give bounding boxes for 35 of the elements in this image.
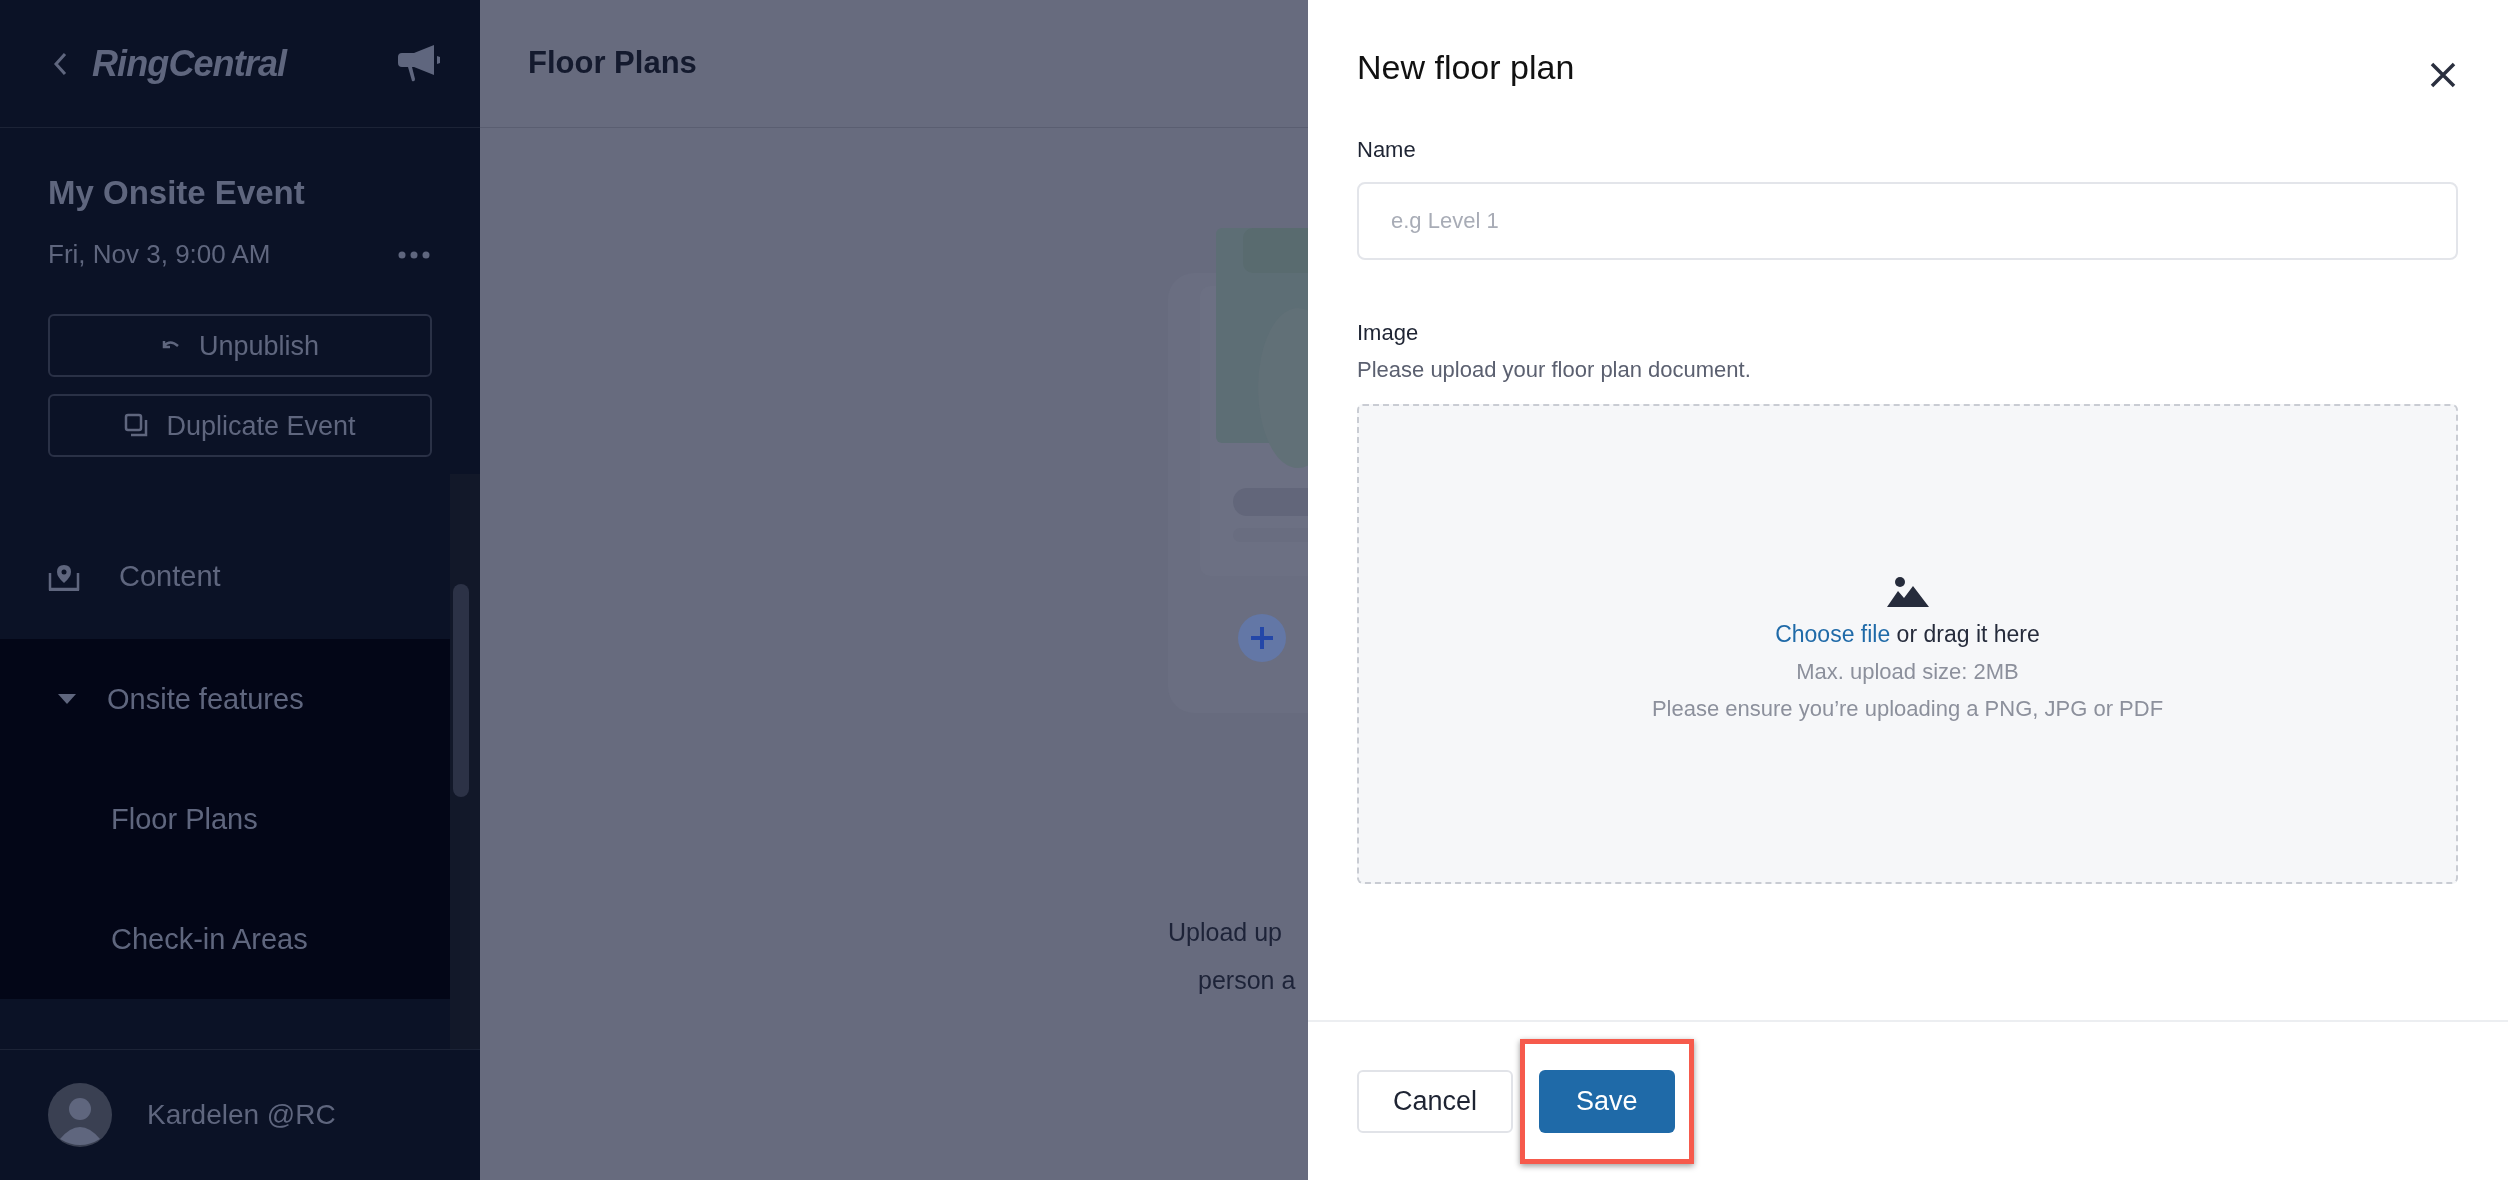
caret-icon <box>58 694 76 705</box>
scrollbar-thumb[interactable] <box>453 584 469 798</box>
avatar[interactable] <box>48 1083 112 1148</box>
back-icon[interactable] <box>52 50 68 77</box>
event-title: My Onsite Event <box>48 173 306 213</box>
event-date: Fri, Nov 3, 9:00 AM <box>48 238 271 272</box>
upload-note: Please ensure you’re uploading a PNG, JPG or PDF <box>1651 695 2164 724</box>
page-title: Floor Plans <box>528 44 697 83</box>
field-hint: Please upload your floor plan document. <box>1357 356 1752 384</box>
megaphone-icon[interactable] <box>396 44 442 83</box>
nav-item[interactable]: Floor Plans <box>0 759 450 880</box>
duplicate-icon <box>124 412 149 439</box>
image-icon <box>1886 576 1929 607</box>
close-icon[interactable] <box>2430 62 2456 88</box>
map-pin-icon <box>48 562 80 591</box>
user-name: Kardelen @RC <box>147 1098 336 1133</box>
name-input[interactable]: e.g Level 1 <box>1357 182 2458 260</box>
dialog-title: New floor plan <box>1357 47 1575 88</box>
nav-group-toggle[interactable]: Onsite features <box>0 639 450 760</box>
unpublish-button[interactable]: Unpublish <box>48 314 432 378</box>
cancel-button[interactable]: Cancel <box>1357 1069 1514 1133</box>
field-label: Name <box>1357 136 1417 164</box>
upload-dropzone[interactable]: Choose file or drag it here Max. upload size: 2MB Please ensure you’re uploading a PNG, JPG or PDF <box>1357 404 2458 884</box>
field-label: Image <box>1357 319 1420 347</box>
nav-item[interactable]: Content <box>0 514 450 640</box>
upload-note: Max. upload size: 2MB <box>1796 658 2019 687</box>
nav-item[interactable]: Check-in Areas <box>0 879 450 1000</box>
empty-state-text: person a <box>1198 965 1297 996</box>
more-icon[interactable] <box>398 250 430 259</box>
duplicate-button[interactable]: Duplicate Event <box>48 394 432 458</box>
empty-state-text: Upload up <box>1168 917 1283 948</box>
upload-prompt: Choose file or drag it here <box>1775 619 2040 649</box>
save-button[interactable]: Save <box>1539 1069 1675 1133</box>
choose-file-link[interactable]: Choose file <box>1775 620 1891 647</box>
logo: RingCentral <box>92 41 287 86</box>
